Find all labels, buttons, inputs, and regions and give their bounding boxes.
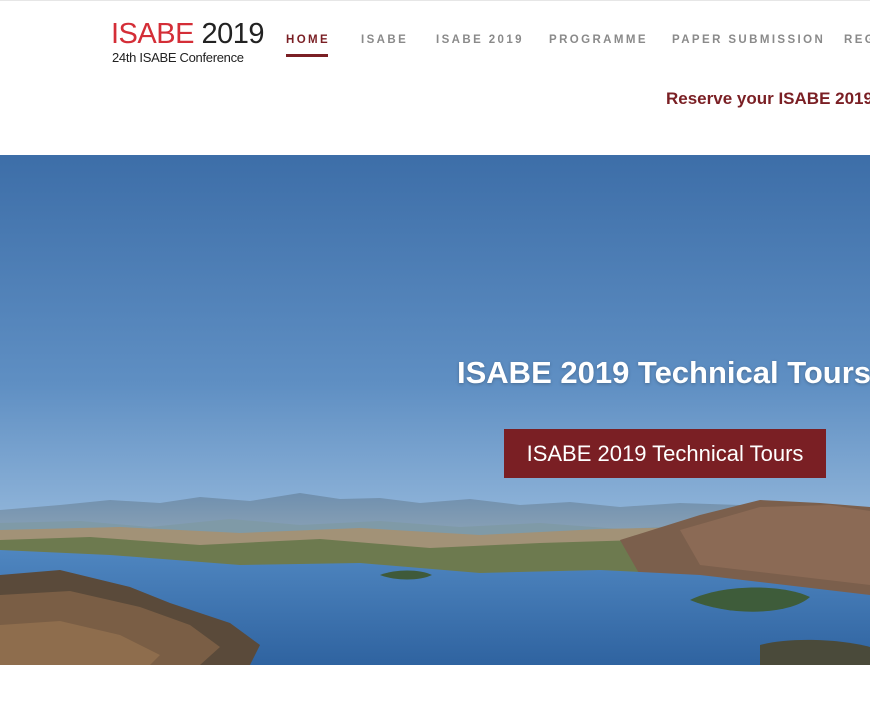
hero-landscape-image [0,155,870,665]
top-border [0,0,870,1]
nav-item-programme[interactable]: PROGRAMME [549,33,648,47]
reserve-banner-link[interactable]: Reserve your ISABE 2019 [666,89,870,109]
technical-tours-button[interactable]: ISABE 2019 Technical Tours [504,429,826,478]
nav-item-home[interactable]: HOME [286,33,330,47]
nav-item-isabe-2019[interactable]: ISABE 2019 [436,33,524,47]
nav-item-registration[interactable]: REG [844,33,870,47]
nav-active-underline [286,54,328,57]
main-nav: HOME ISABE ISABE 2019 PROGRAMME PAPER SU… [0,33,870,53]
nav-item-isabe[interactable]: ISABE [361,33,408,47]
hero-banner [0,155,870,665]
nav-item-paper-submission[interactable]: PAPER SUBMISSION [672,33,825,47]
hero-title: ISABE 2019 Technical Tours [457,355,870,390]
